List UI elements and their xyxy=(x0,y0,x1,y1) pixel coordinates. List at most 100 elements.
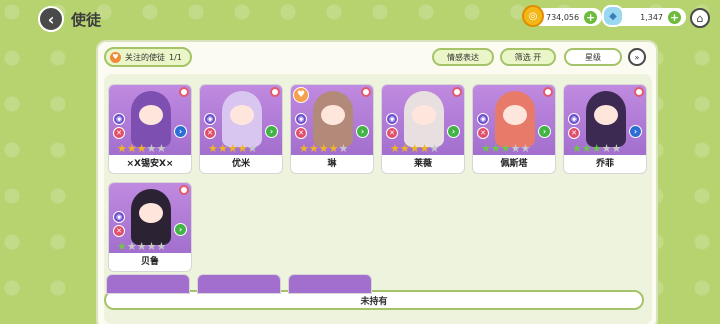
star-icon: ★ xyxy=(520,142,531,155)
upgrade-arrow-icon: › xyxy=(174,125,187,138)
star-rating: ★ ★ ★ ★ ★ xyxy=(299,143,348,154)
character-face xyxy=(412,105,436,125)
back-button[interactable]: ‹ xyxy=(38,6,64,32)
gold-coin-icon: ◎ xyxy=(522,5,544,27)
element-icon: ◉ xyxy=(386,113,398,125)
flower-badge-icon xyxy=(179,87,189,97)
flower-badge-icon xyxy=(452,87,462,97)
flower-badge-icon xyxy=(361,87,371,97)
star-icon: ★ xyxy=(338,142,349,155)
star-icon: ★ xyxy=(510,142,521,155)
character-sprite xyxy=(404,91,444,147)
star-icon: ★ xyxy=(146,240,157,253)
star-icon: ★ xyxy=(126,240,137,253)
apostle-card[interactable]: ◉ ✕ › ★ ★ ★ ★ ★ 贝鲁 xyxy=(108,182,192,272)
apostle-card[interactable]: ◉ ✕ › ★ ★ ★ ★ ★ 佩斯塔 xyxy=(472,84,556,174)
class-icon: ✕ xyxy=(386,127,398,139)
apostle-name: 乔菲 xyxy=(595,159,614,169)
home-button[interactable]: ⌂ xyxy=(690,8,710,28)
character-face xyxy=(139,203,163,223)
character-sprite xyxy=(586,91,626,147)
apostle-name: 琳 xyxy=(327,159,337,169)
class-icon: ✕ xyxy=(204,127,216,139)
star-icon: ★ xyxy=(136,142,147,155)
star-icon: ★ xyxy=(146,142,157,155)
star-icon: ★ xyxy=(601,142,612,155)
element-icon: ◉ xyxy=(113,211,125,223)
home-icon: ⌂ xyxy=(696,11,704,25)
star-icon: ★ xyxy=(500,142,511,155)
sort-order-button[interactable]: » xyxy=(628,48,646,66)
filter-button[interactable]: 筛选 开 xyxy=(500,48,556,66)
star-icon: ★ xyxy=(399,142,410,155)
apostle-card[interactable]: ◉ ✕ › ★ ★ ★ ★ ★ 乔菲 xyxy=(563,84,647,174)
star-rating: ★ ★ ★ ★ ★ xyxy=(481,143,530,154)
star-icon: ★ xyxy=(581,142,592,155)
star-sort-button[interactable]: 星级 xyxy=(564,48,622,66)
star-rating: ★ ★ ★ ★ ★ xyxy=(208,143,257,154)
star-icon: ★ xyxy=(126,142,137,155)
character-face xyxy=(139,105,163,125)
favorites-toggle[interactable]: ♥ 关注的使徒 1/1 xyxy=(104,47,192,67)
flower-badge-icon xyxy=(543,87,553,97)
panel-header: ♥ 关注的使徒 1/1 情感表达 筛选 开 星级 » xyxy=(98,42,656,72)
character-sprite xyxy=(131,91,171,147)
character-sprite xyxy=(131,189,171,245)
star-rating: ★ ★ ★ ★ ★ xyxy=(117,143,166,154)
star-icon: ★ xyxy=(318,142,329,155)
apostle-name: 莱薇 xyxy=(413,159,432,169)
apostle-name: 贝鲁 xyxy=(140,257,159,267)
unowned-card[interactable] xyxy=(288,274,372,294)
character-sprite xyxy=(495,91,535,147)
upgrade-arrow-icon: › xyxy=(447,125,460,138)
upgrade-arrow-icon: › xyxy=(356,125,369,138)
class-icon: ✕ xyxy=(568,127,580,139)
unowned-card[interactable] xyxy=(106,274,190,294)
star-icon: ★ xyxy=(419,142,430,155)
apostle-card[interactable]: ◉ ✕ › ★ ★ ★ ★ ★ 优米 xyxy=(199,84,283,174)
star-rating: ★ ★ ★ ★ ★ xyxy=(572,143,621,154)
star-icon: ★ xyxy=(390,142,400,155)
favorites-count: 1/1 xyxy=(169,52,182,62)
upgrade-arrow-icon: › xyxy=(538,125,551,138)
star-icon: ★ xyxy=(299,142,309,155)
star-icon: ★ xyxy=(117,240,127,253)
character-face xyxy=(594,105,618,125)
favorites-label: 关注的使徒 xyxy=(125,52,165,62)
favorite-heart-icon: ♥ xyxy=(293,87,309,103)
star-icon: ★ xyxy=(591,142,602,155)
heart-icon: ♥ xyxy=(110,51,121,63)
element-icon: ◉ xyxy=(295,113,307,125)
character-face xyxy=(230,105,254,125)
star-icon: ★ xyxy=(247,142,258,155)
emotion-button[interactable]: 情感表达 xyxy=(432,48,494,66)
element-icon: ◉ xyxy=(204,113,216,125)
gem-counter: ◆ 1,347 + xyxy=(602,5,686,27)
add-gold-button[interactable]: + xyxy=(583,9,598,25)
gem-icon: ◆ xyxy=(602,5,624,27)
star-icon: ★ xyxy=(156,142,167,155)
star-rating: ★ ★ ★ ★ ★ xyxy=(117,241,166,252)
apostle-card[interactable]: ◉ ✕ › ★ ★ ★ ★ ★ 莱薇 xyxy=(381,84,465,174)
upgrade-arrow-icon: › xyxy=(265,125,278,138)
apostle-card[interactable]: ◉ ✕ › ★ ★ ★ ★ ★ ×X锡安X× xyxy=(108,84,192,174)
page-title: 使徒 xyxy=(71,11,102,29)
star-icon: ★ xyxy=(328,142,339,155)
add-gem-button[interactable]: + xyxy=(667,9,682,25)
star-icon: ★ xyxy=(429,142,440,155)
apostle-card[interactable]: ♥ ◉ ✕ › ★ ★ ★ ★ ★ 琳 xyxy=(290,84,374,174)
element-icon: ◉ xyxy=(477,113,489,125)
class-icon: ✕ xyxy=(295,127,307,139)
star-icon: ★ xyxy=(481,142,491,155)
back-arrow-icon: ‹ xyxy=(47,9,55,29)
star-icon: ★ xyxy=(572,142,582,155)
upgrade-arrow-icon: › xyxy=(174,223,187,236)
star-icon: ★ xyxy=(227,142,238,155)
star-icon: ★ xyxy=(409,142,420,155)
character-sprite xyxy=(313,91,353,147)
star-icon: ★ xyxy=(156,240,167,253)
unowned-card[interactable] xyxy=(197,274,281,294)
star-icon: ★ xyxy=(208,142,218,155)
star-icon: ★ xyxy=(490,142,501,155)
double-chevron-down-icon: » xyxy=(634,52,640,62)
